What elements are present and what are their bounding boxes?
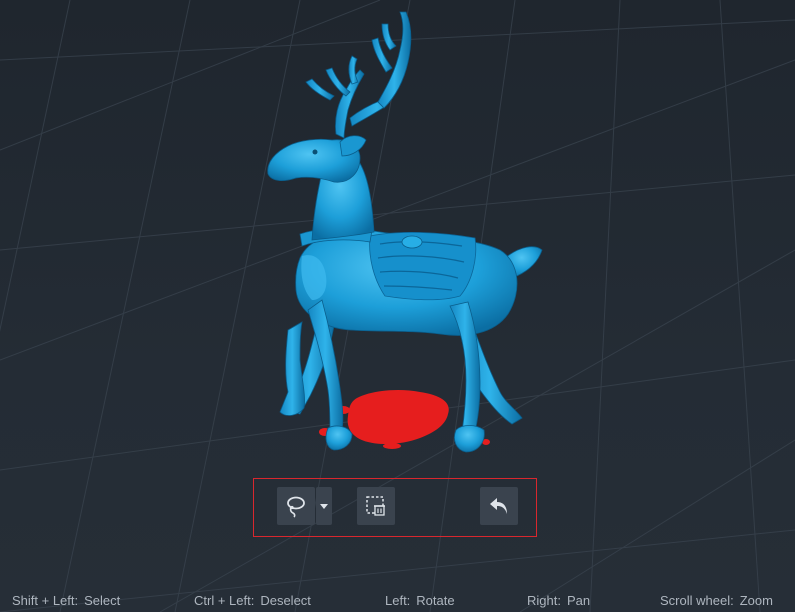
delete-selection-icon [366, 496, 385, 516]
hint-action: Zoom [739, 593, 773, 608]
hint-deselect: Ctrl + Left: Deselect [194, 593, 311, 608]
undo-icon [490, 498, 507, 514]
hint-key: Ctrl + Left: [194, 593, 255, 608]
chevron-down-icon [320, 504, 328, 509]
hint-key: Shift + Left: [12, 593, 79, 608]
hint-key: Left: [385, 593, 411, 608]
hint-action: Rotate [416, 593, 455, 608]
lasso-icon [287, 496, 305, 518]
mouse-hint-bar: Shift + Left: Select Ctrl + Left: Deselect… [0, 590, 795, 612]
delete-selection-button[interactable] [357, 487, 395, 525]
hint-rotate: Left: Rotate [385, 593, 455, 608]
lasso-select-button[interactable] [277, 487, 315, 525]
reindeer-body [267, 11, 543, 453]
hint-action: Deselect [260, 593, 311, 608]
hint-select: Shift + Left: Select [12, 593, 120, 608]
hint-action: Select [84, 593, 121, 608]
3d-viewport[interactable]: Shift + Left: Select Ctrl + Left: Deselect… [0, 0, 795, 612]
hint-key: Scroll wheel: [660, 593, 734, 608]
hint-action: Pan [566, 593, 591, 608]
hint-zoom: Scroll wheel: Zoom [660, 593, 773, 608]
hint-key: Right: [527, 593, 561, 608]
hint-pan: Right: Pan [527, 593, 590, 608]
lasso-mode-dropdown[interactable] [316, 487, 332, 525]
undo-button[interactable] [480, 487, 518, 525]
